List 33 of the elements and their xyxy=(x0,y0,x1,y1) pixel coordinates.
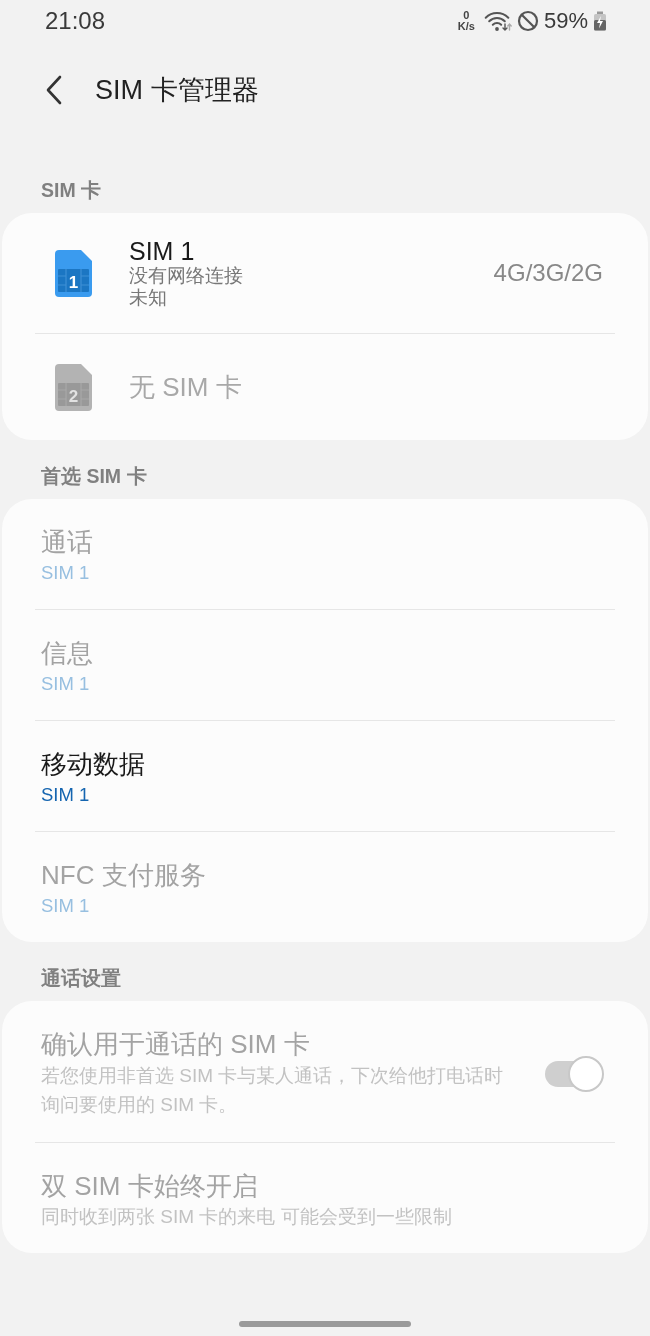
battery-charging-icon xyxy=(593,11,607,31)
status-time: 21:08 xyxy=(45,9,106,33)
back-button[interactable] xyxy=(44,75,64,105)
setting-title: 信息 xyxy=(41,638,93,668)
back-chevron-icon xyxy=(44,75,64,105)
sim-status-text: 没有网络连接 xyxy=(129,265,243,287)
page-title: SIM 卡管理器 xyxy=(95,74,259,106)
setting-description: 同时收到两张 SIM 卡的来电 可能会受到一些限制 xyxy=(41,1206,452,1228)
section-header: SIM 卡 xyxy=(41,178,102,202)
section-header: 通话设置 xyxy=(41,966,121,990)
setting-title[interactable]: 移动数据 xyxy=(41,749,145,779)
setting-title: 确认用于通话的 SIM 卡 xyxy=(41,1029,310,1059)
battery-percentage: 59% xyxy=(543,10,588,32)
sim-card-icon: 2 xyxy=(55,363,92,411)
wifi-icon xyxy=(483,10,512,32)
sim-card-icon: 1 xyxy=(55,249,92,297)
sim-name: 无 SIM 卡 xyxy=(129,373,242,401)
network-type-text: 4G/3G/2G xyxy=(493,259,603,287)
network-speed-value: 0 xyxy=(463,10,470,21)
setting-value: SIM 1 xyxy=(41,784,90,806)
setting-value: SIM 1 xyxy=(41,895,90,917)
setting-title: 通话 xyxy=(41,527,93,557)
setting-title: NFC 支付服务 xyxy=(41,860,206,890)
setting-value: SIM 1 xyxy=(41,562,90,584)
setting-description: 若您使用非首选 SIM 卡与某人通话，下次给他打电话时询问要使用的 SIM 卡。 xyxy=(41,1064,505,1117)
sim-name[interactable]: SIM 1 xyxy=(129,237,195,265)
sim-status-text: 未知 xyxy=(129,287,167,309)
section-header: 首选 SIM 卡 xyxy=(41,464,147,488)
home-indicator[interactable] xyxy=(239,1321,411,1327)
network-speed-unit: K/s xyxy=(457,21,475,32)
do-not-disturb-icon xyxy=(516,10,539,32)
setting-title: 双 SIM 卡始终开启 xyxy=(41,1171,258,1201)
setting-value: SIM 1 xyxy=(41,673,90,695)
